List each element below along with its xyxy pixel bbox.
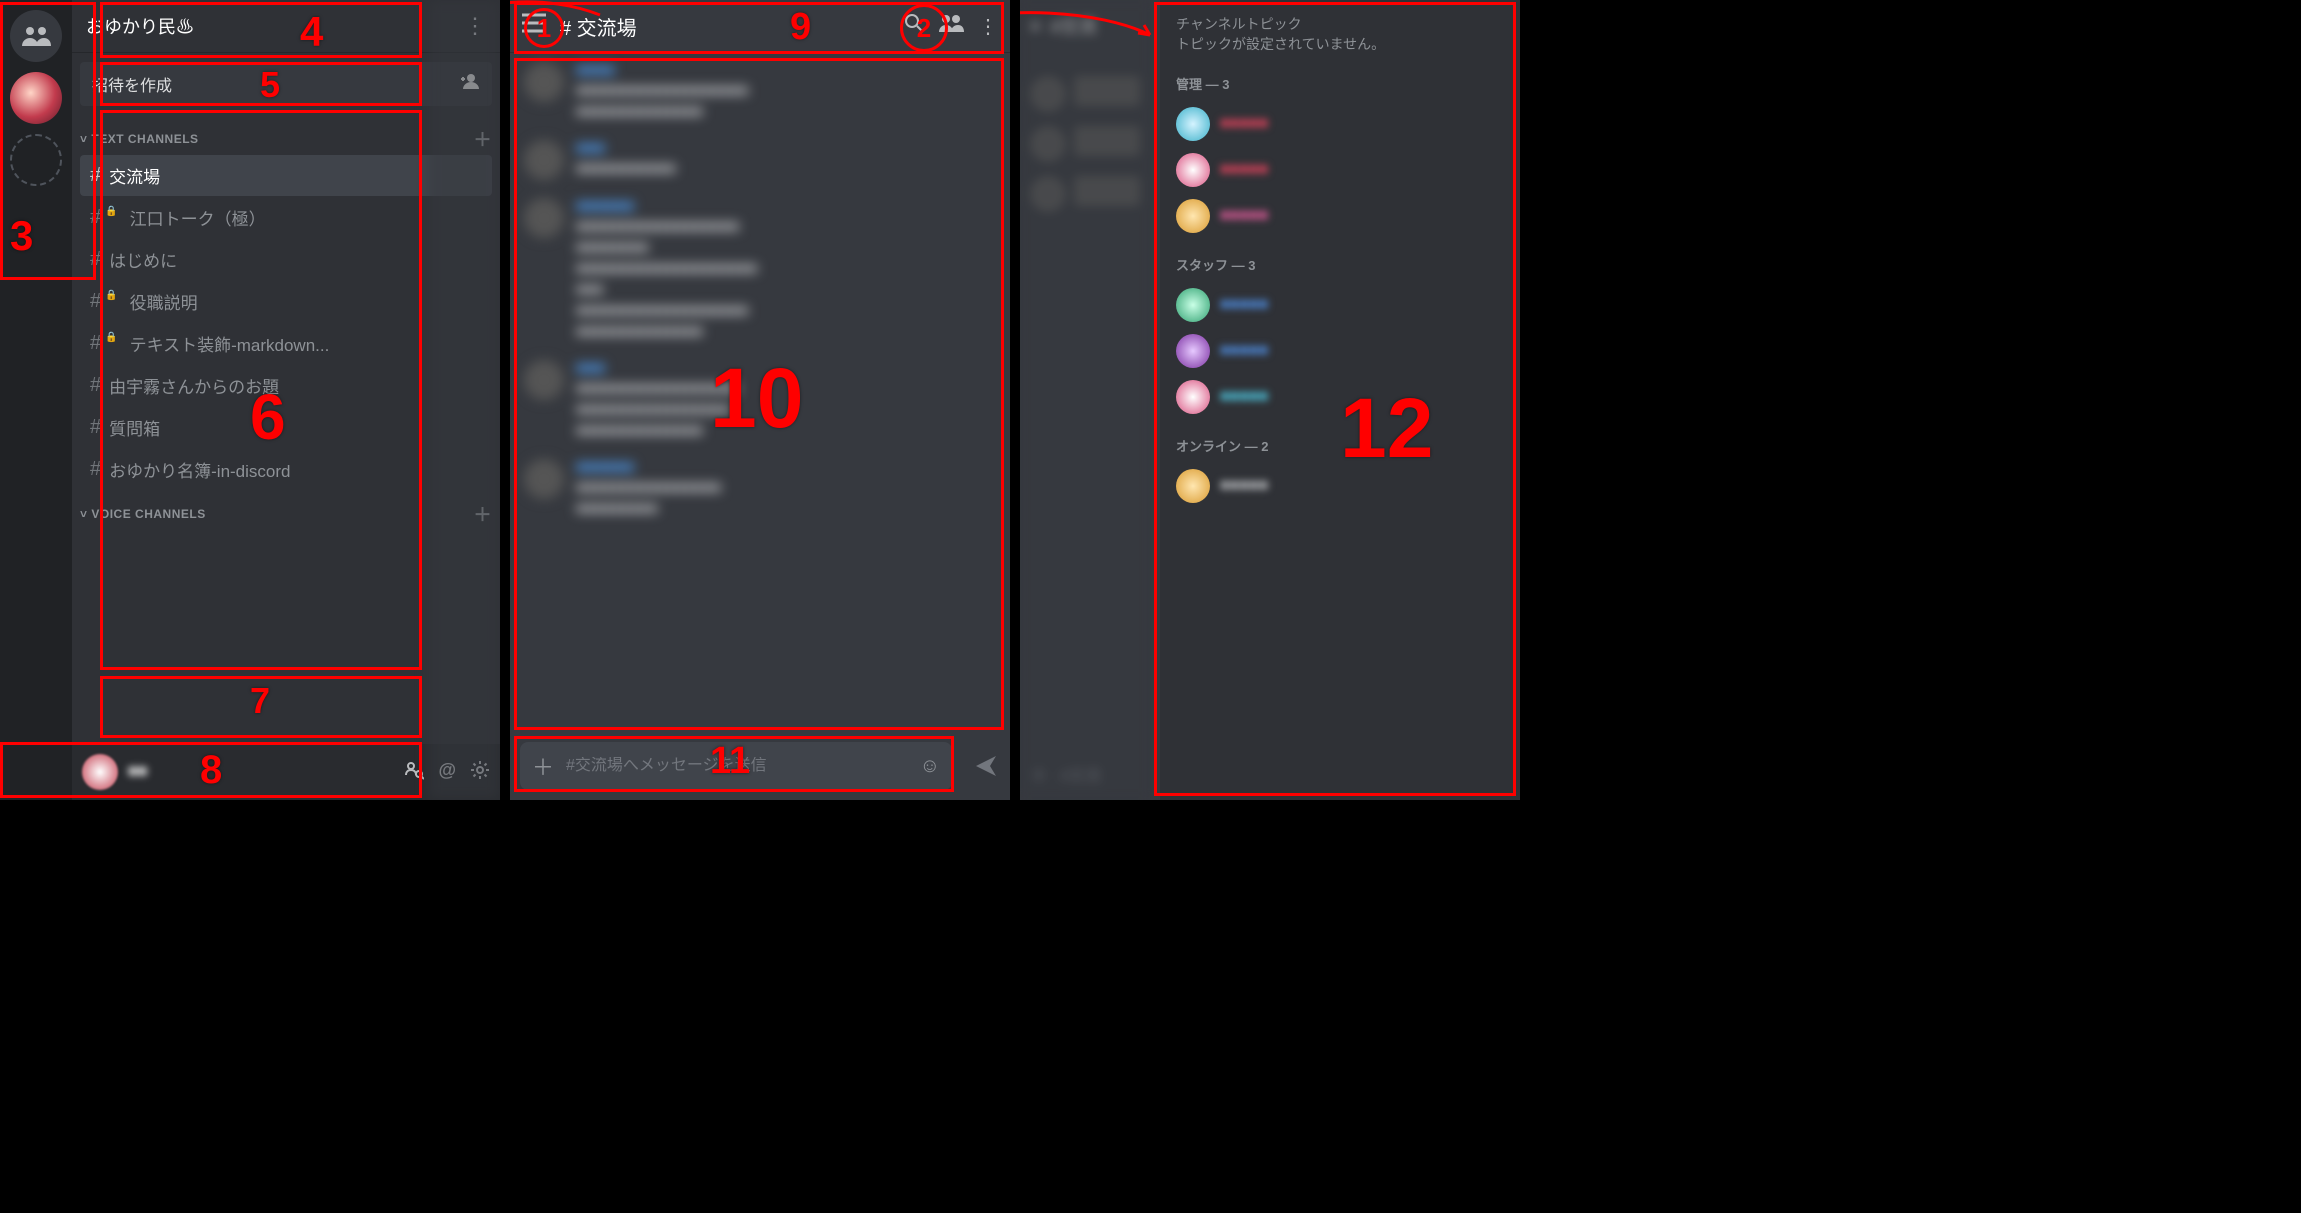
channel-label: 役職説明	[130, 289, 198, 314]
topic-text: トピックが設定されていません。	[1176, 34, 1504, 54]
hash-icon: #	[90, 416, 101, 439]
channel-label: テキスト装飾-markdown...	[130, 331, 330, 356]
hash-icon: #	[90, 290, 101, 313]
add-server-button[interactable]	[10, 134, 62, 186]
hamburger-icon[interactable]	[522, 13, 546, 39]
member-item[interactable]: ■■■■■	[1176, 328, 1504, 374]
screen-members: ≡#交流 ＋ #交流 チャンネルトピック トピックが設定されていません。 管理 …	[1020, 0, 1520, 800]
role-header: スタッフ — 3	[1176, 255, 1504, 274]
friend-search-icon[interactable]	[404, 760, 424, 785]
channel-label: はじめに	[109, 247, 177, 272]
server-avatar[interactable]	[10, 72, 62, 124]
composer: ＋ ☺	[520, 742, 952, 790]
attach-icon[interactable]: ＋	[532, 750, 554, 782]
search-icon[interactable]	[904, 13, 924, 39]
member-item[interactable]: ■■■■■	[1176, 101, 1504, 147]
member-name: ■■■■■	[1220, 477, 1268, 495]
hash-icon: #	[90, 248, 101, 271]
member-name: ■■■■■	[1220, 207, 1268, 225]
lock-icon: 🔒	[105, 332, 117, 343]
member-name: ■■■■■	[1220, 161, 1268, 179]
channel-label: 交流場	[109, 163, 160, 188]
server-name: おゆかり民♨	[86, 13, 194, 39]
member-avatar	[1176, 380, 1210, 414]
header-menu-icon[interactable]: ⋮	[978, 14, 998, 39]
member-avatar	[1176, 199, 1210, 233]
role-header: オンライン — 2	[1176, 436, 1504, 455]
members-panel: チャンネルトピック トピックが設定されていません。 管理 — 3 ■■■■■ ■■■…	[1160, 0, 1520, 800]
member-item[interactable]: ■■■■■	[1176, 282, 1504, 328]
member-item[interactable]: ■■■■■	[1176, 147, 1504, 193]
member-item[interactable]: ■■■■■	[1176, 374, 1504, 420]
member-name: ■■■■■	[1220, 115, 1268, 133]
message-list[interactable]: ■■■■■■■■■■■■■■■■■■■■■■■■■■■■■■■■■■■■■ ■■…	[510, 52, 1010, 732]
role-header: 管理 — 3	[1176, 74, 1504, 93]
channel-label: 質問箱	[109, 415, 160, 440]
emoji-icon[interactable]: ☺	[920, 755, 940, 778]
member-avatar	[1176, 469, 1210, 503]
member-name: ■■■■■	[1220, 388, 1268, 406]
message-input[interactable]	[566, 757, 908, 775]
channel-label: 由宇霧さんからのお題	[109, 373, 279, 398]
member-avatar	[1176, 288, 1210, 322]
hash-icon: #	[90, 332, 101, 355]
screen-server-channels: おゆかり民♨ ⋮ 招待を作成 ˅ TEXT CHANNELS ＋ #交流場#🔒江…	[0, 0, 500, 800]
send-button[interactable]	[962, 742, 1010, 790]
screen-chat: # 交流場 ⋮ ■■■■■■■■■■■■■■■■■■■■■■■■■■■■■■■■…	[510, 0, 1010, 800]
member-avatar	[1176, 153, 1210, 187]
hash-icon: #	[90, 374, 101, 397]
chat-header: # 交流場 ⋮	[510, 0, 1010, 52]
channel-label: 江口トーク（極）	[130, 205, 266, 230]
friends-button[interactable]	[10, 10, 62, 62]
topic-label: チャンネルトピック	[1176, 14, 1504, 34]
guild-rail	[0, 0, 72, 800]
member-name: ■■■■■	[1220, 296, 1268, 314]
invite-label: 招待を作成	[92, 72, 172, 96]
chevron-down-icon: ˅	[80, 132, 88, 146]
people-icon	[21, 24, 51, 48]
member-avatar	[1176, 107, 1210, 141]
channel-title: # 交流場	[560, 12, 637, 41]
chevron-down-icon: ˅	[80, 507, 88, 521]
member-item[interactable]: ■■■■■	[1176, 463, 1504, 509]
hash-icon: #	[90, 458, 101, 481]
hash-icon: #	[90, 206, 101, 229]
self-username: ■■	[128, 763, 394, 781]
member-avatar	[1176, 334, 1210, 368]
channel-label: おゆかり名簿-in-discord	[109, 457, 290, 482]
member-name: ■■■■■	[1220, 342, 1268, 360]
lock-icon: 🔒	[105, 206, 117, 217]
lock-icon: 🔒	[105, 290, 117, 301]
members-icon[interactable]	[938, 13, 964, 39]
hash-icon: #	[90, 164, 101, 187]
member-item[interactable]: ■■■■■	[1176, 193, 1504, 239]
self-avatar[interactable]	[82, 754, 118, 790]
